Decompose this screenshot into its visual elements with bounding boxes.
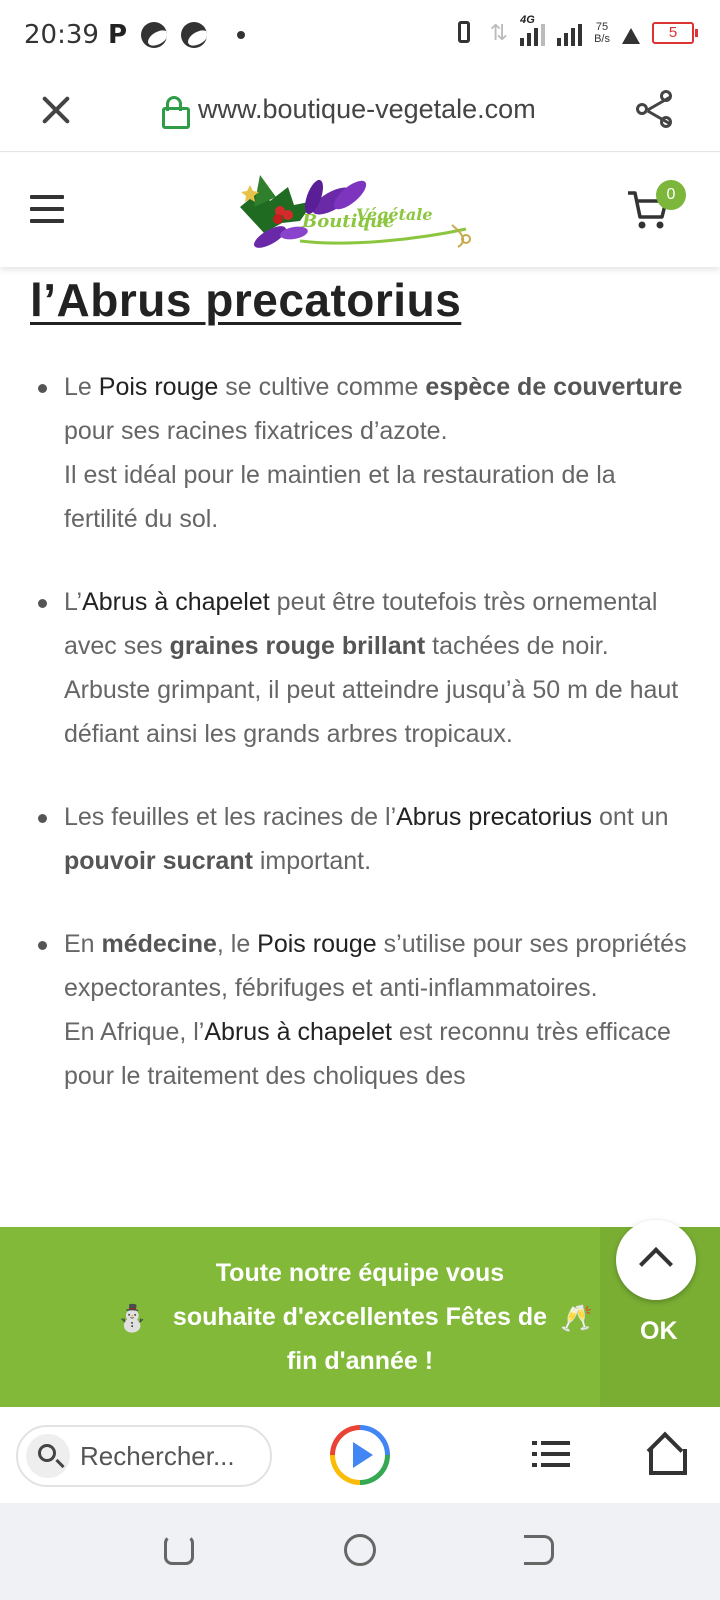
- status-left-icons: P: [108, 20, 246, 50]
- url-bar[interactable]: www.boutique-vegetale.com: [162, 94, 536, 129]
- bullet-paragraph: Arbuste grimpant, il peut atteindre jusq…: [64, 676, 679, 748]
- home-circle-icon[interactable]: [344, 1534, 376, 1566]
- text-run: L’: [64, 588, 83, 616]
- list-icon[interactable]: [532, 1441, 570, 1469]
- text-run: , le: [216, 930, 258, 958]
- text-run: important.: [252, 847, 372, 875]
- browser-bar: www.boutique-vegetale.com: [0, 72, 720, 152]
- battery-icon: 5: [652, 22, 698, 44]
- plant-name-text: Abrus à chapelet: [204, 1018, 392, 1046]
- text-run: En: [64, 930, 102, 958]
- speed-value: 75: [595, 21, 609, 33]
- list-item: En médecine, le Pois rouge s’utilise pou…: [0, 922, 720, 1098]
- bullet-list: Le Pois rouge se cultive comme espèce de…: [0, 365, 720, 1137]
- bullet-paragraph: En médecine, le Pois rouge s’utilise pou…: [64, 922, 690, 1010]
- text-run: En Afrique, l’: [64, 1018, 205, 1046]
- share-icon[interactable]: [636, 90, 676, 130]
- search-icon: [26, 1434, 70, 1478]
- cart-count-badge[interactable]: 0: [656, 180, 686, 210]
- bullet-paragraph: L’Abrus à chapelet peut être toutefois t…: [64, 580, 690, 668]
- banner-line-1: Toute notre équipe vous: [215, 1259, 505, 1287]
- bullet-paragraph: En Afrique, l’Abrus à chapelet est recon…: [64, 1010, 690, 1098]
- system-nav-bar: [0, 1503, 720, 1600]
- plant-name-text: Abrus precatorius: [396, 803, 593, 831]
- text-run: ont un: [592, 803, 669, 831]
- text-run: se cultive comme: [218, 373, 426, 401]
- home-icon[interactable]: [646, 1435, 687, 1475]
- bullet-paragraph: Le Pois rouge se cultive comme espèce de…: [64, 365, 690, 453]
- champagne-icon: 🥂: [560, 1303, 593, 1333]
- bold-text: pouvoir sucrant: [64, 847, 253, 875]
- bird-icon: [141, 22, 168, 48]
- vibrate-icon: [450, 18, 478, 48]
- flask-icon: [622, 22, 640, 44]
- logo-text-vegetale: Végétale: [356, 205, 433, 224]
- chevron-up-icon[interactable]: [616, 1220, 696, 1300]
- text-run: Les feuilles et les racines de l’: [64, 803, 397, 831]
- status-time: 20:39: [24, 20, 99, 50]
- banner-line-2: souhaite d'excellentes Fêtes de: [172, 1303, 548, 1331]
- text-run: tachées de noir.: [425, 632, 609, 660]
- list-item: Les feuilles et les racines de l’Abrus p…: [0, 795, 720, 883]
- network-type: 4G: [520, 14, 535, 26]
- bold-text: espèce de couverture: [425, 373, 683, 401]
- url-text: www.boutique-vegetale.com: [198, 94, 536, 124]
- plant-name-text: Abrus à chapelet: [82, 588, 270, 616]
- play-icon[interactable]: [330, 1425, 390, 1485]
- ok-button[interactable]: OK: [640, 1317, 678, 1346]
- bullet-paragraph: Il est idéal pour le maintien et la rest…: [64, 461, 616, 533]
- plant-name-text: Pois rouge: [98, 373, 219, 401]
- article-content: l’Abrus precatorius Le Pois rouge se cul…: [0, 267, 720, 1227]
- plant-name-text: Pois rouge: [257, 930, 377, 958]
- bold-text: médecine: [101, 930, 217, 958]
- recents-icon[interactable]: [164, 1535, 194, 1565]
- site-logo[interactable]: Boutique Végétale: [230, 167, 480, 255]
- signal-icon: [557, 20, 583, 46]
- people-icon: ⛄: [116, 1303, 149, 1333]
- dot-icon: [237, 31, 246, 39]
- speed-unit: B/s: [594, 33, 610, 45]
- page-title: l’Abrus precatorius: [30, 274, 462, 326]
- list-item: L’Abrus à chapelet peut être toutefois t…: [0, 580, 720, 756]
- lock-icon: [162, 95, 190, 129]
- data-arrows-icon: ⇅: [489, 20, 509, 45]
- banner-line-3: fin d'année !: [286, 1347, 434, 1375]
- close-icon[interactable]: [38, 92, 74, 128]
- search-placeholder: Rechercher...: [80, 1441, 235, 1471]
- bullet-paragraph: Les feuilles et les racines de l’Abrus p…: [64, 795, 690, 883]
- holiday-banner: Toute notre équipe vous souhaite d'excel…: [0, 1227, 720, 1407]
- status-right-icons: ⇅ 4G 75 B/s 5: [450, 14, 698, 48]
- bird-icon: [181, 22, 208, 48]
- bold-text: graines rouge brillant: [169, 632, 426, 660]
- signal-icon: 4G: [520, 14, 546, 46]
- back-icon[interactable]: [524, 1535, 554, 1565]
- site-header: Boutique Végétale: [0, 153, 720, 267]
- status-bar: 20:39 P ⇅ 4G 75 B/s 5: [0, 0, 720, 72]
- bottom-toolbar: Rechercher...: [0, 1407, 720, 1503]
- text-run: pour ses racines fixatrices d’azote.: [64, 417, 448, 445]
- menu-icon[interactable]: [30, 195, 64, 223]
- network-speed: 75 B/s: [594, 21, 610, 45]
- banner-message: Toute notre équipe vous souhaite d'excel…: [150, 1251, 570, 1383]
- search-input[interactable]: Rechercher...: [16, 1425, 272, 1487]
- p-icon: P: [108, 20, 128, 50]
- text-run: Le: [64, 373, 99, 401]
- list-item: Le Pois rouge se cultive comme espèce de…: [0, 365, 720, 541]
